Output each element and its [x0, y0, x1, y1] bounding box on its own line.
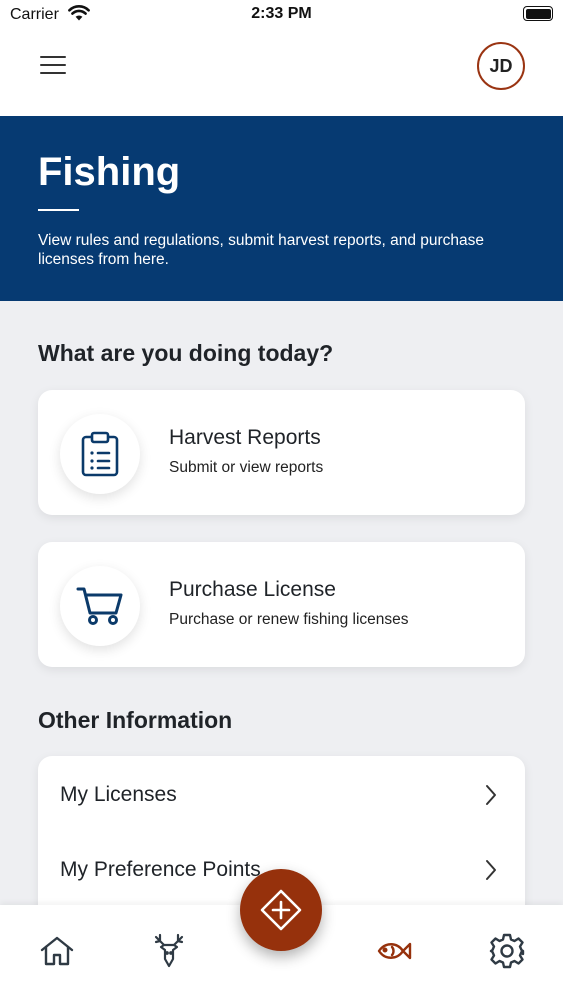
- chevron-right-icon: [486, 785, 496, 805]
- shopping-cart-icon: [60, 566, 140, 646]
- list-item-label: My Preference Points: [60, 858, 261, 881]
- card-title: Purchase License: [169, 578, 336, 601]
- hamburger-menu-icon[interactable]: [38, 52, 68, 78]
- clipboard-list-icon: [60, 414, 140, 494]
- page-description: View rules and regulations, submit harve…: [38, 232, 485, 268]
- title-divider: [38, 209, 79, 211]
- plus-diamond-icon: [260, 889, 302, 931]
- hero-banner: Fishing View rules and regulations, subm…: [0, 116, 563, 301]
- card-subtitle: Purchase or renew fishing licenses: [169, 611, 409, 628]
- actions-heading: What are you doing today?: [38, 340, 334, 366]
- fish-icon[interactable]: [371, 929, 415, 973]
- battery-icon: [523, 6, 553, 21]
- status-bar: Carrier 2:33 PM: [0, 0, 563, 30]
- chevron-right-icon: [486, 860, 496, 880]
- card-title: Harvest Reports: [169, 426, 321, 449]
- home-icon[interactable]: [35, 929, 79, 973]
- harvest-reports-card[interactable]: Harvest Reports Submit or view reports: [38, 390, 525, 515]
- list-item-label: My Licenses: [60, 783, 177, 806]
- status-time: 2:33 PM: [251, 5, 312, 22]
- other-information-heading: Other Information: [38, 707, 233, 733]
- deer-icon[interactable]: [147, 929, 191, 973]
- list-item-my-licenses[interactable]: My Licenses: [38, 770, 525, 834]
- user-avatar[interactable]: JD: [477, 42, 525, 90]
- add-report-fab[interactable]: [240, 869, 322, 951]
- page-title: Fishing: [38, 150, 181, 194]
- gear-icon[interactable]: [485, 929, 529, 973]
- card-subtitle: Submit or view reports: [169, 459, 324, 476]
- top-app-bar: JD: [0, 30, 563, 116]
- purchase-license-card[interactable]: Purchase License Purchase or renew fishi…: [38, 542, 525, 667]
